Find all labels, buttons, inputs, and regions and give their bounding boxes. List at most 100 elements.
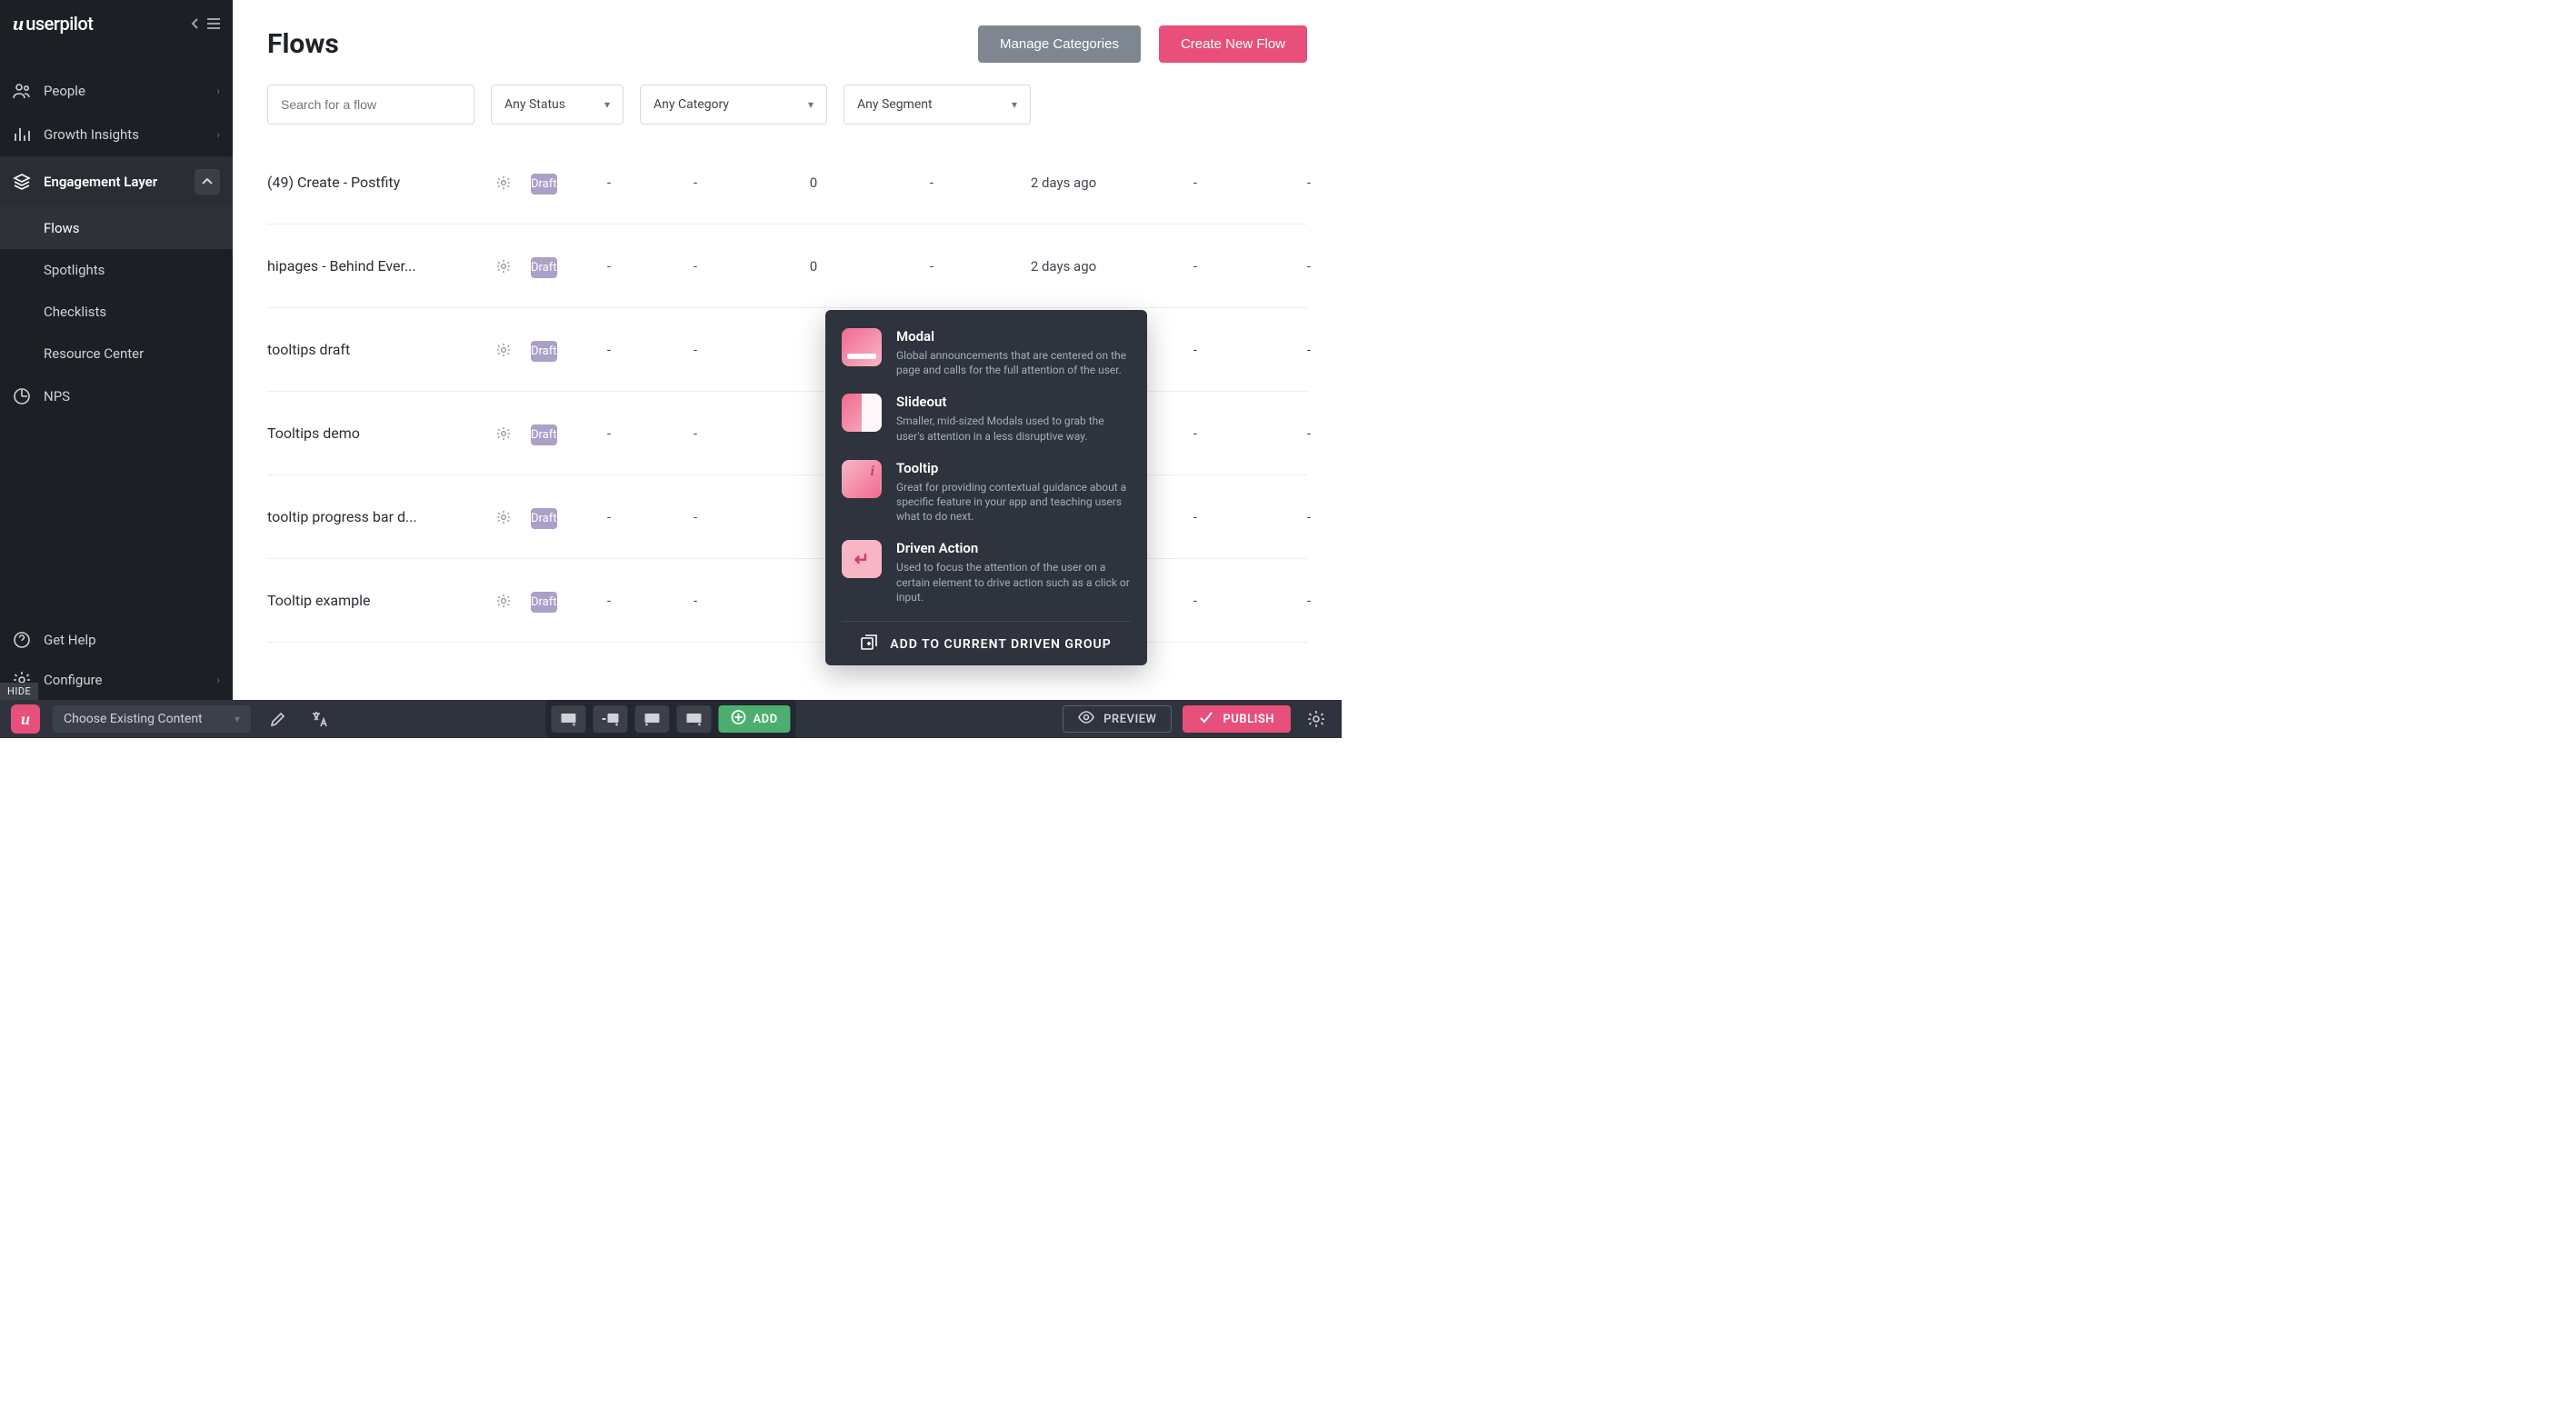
table-row[interactable]: (49) Create - Postfity Draft - - 0 - 2 d…	[267, 141, 1307, 225]
sidebar-item-growth[interactable]: Growth Insights ›	[0, 113, 233, 156]
modal-chip[interactable]	[551, 705, 585, 733]
translate-icon[interactable]	[305, 704, 334, 734]
status-badge: Draft	[531, 174, 557, 195]
cell: 0	[754, 258, 873, 275]
flow-name: Tooltip example	[267, 592, 476, 609]
manage-categories-button[interactable]: Manage Categories	[978, 25, 1141, 63]
sidebar-item-people[interactable]: People ›	[0, 69, 233, 113]
logo-mark-icon: u	[13, 12, 24, 35]
header-actions: Manage Categories Create New Flow	[978, 25, 1307, 63]
existing-content-select[interactable]: Choose Existing Content ▾	[53, 705, 251, 733]
publish-button[interactable]: PUBLISH	[1183, 705, 1291, 733]
slideout-icon	[842, 394, 882, 432]
tooltip-chip[interactable]	[634, 705, 669, 733]
menu-icon[interactable]	[207, 17, 220, 30]
popover-text: Driven Action Used to focus the attentio…	[896, 540, 1131, 604]
sub-nav-engagement: Flows Spotlights Checklists Resource Cen…	[0, 207, 233, 374]
chevron-right-icon: ›	[216, 128, 220, 141]
plus-icon	[731, 710, 745, 728]
cell: -	[1254, 509, 1342, 525]
status-badge: Draft	[531, 508, 557, 529]
popover-text: Slideout Smaller, mid-sized Modals used …	[896, 394, 1131, 443]
table-row[interactable]: tooltip progress bar d... Draft - - - la…	[267, 475, 1307, 559]
driven-icon	[842, 540, 882, 578]
add-to-group-icon	[861, 634, 877, 654]
cell: -	[582, 342, 636, 358]
table-row[interactable]: tooltips draft Draft - - - last week - -	[267, 308, 1307, 392]
nav-label: Spotlights	[44, 262, 105, 278]
settings-icon[interactable]	[1302, 704, 1331, 734]
collapse-icon[interactable]	[189, 17, 202, 30]
brand-badge-icon[interactable]: u	[11, 704, 40, 734]
driven-chip[interactable]	[676, 705, 711, 733]
chevron-down-icon: ▾	[808, 98, 814, 111]
chevron-down-icon: ▾	[1012, 98, 1017, 111]
status-badge: Draft	[531, 257, 557, 278]
header-icons	[189, 17, 220, 30]
popover-title: Driven Action	[896, 540, 1131, 556]
gauge-icon	[13, 387, 31, 405]
popover-desc: Great for providing contextual guidance …	[896, 480, 1131, 524]
popover-option-driven-action[interactable]: Driven Action Used to focus the attentio…	[842, 540, 1131, 604]
popover-option-slideout[interactable]: Slideout Smaller, mid-sized Modals used …	[842, 394, 1131, 443]
popover-title: Slideout	[896, 394, 1131, 410]
chevron-down-icon: ▾	[604, 98, 610, 111]
create-flow-button[interactable]: Create New Flow	[1159, 25, 1307, 63]
filters: Any Status ▾ Any Category ▾ Any Segment …	[267, 85, 1307, 125]
nav-label: People	[44, 83, 85, 99]
preview-button[interactable]: PREVIEW	[1063, 705, 1172, 733]
add-to-group-button[interactable]: ADD TO CURRENT DRIVEN GROUP	[842, 621, 1131, 654]
nav-label: NPS	[44, 388, 70, 404]
cell: -	[1254, 342, 1342, 358]
table-row[interactable]: Tooltip example Draft - - - last week - …	[267, 559, 1307, 643]
table-row[interactable]: hipages - Behind Ever... Draft - - 0 - 2…	[267, 225, 1307, 308]
segment-select[interactable]: Any Segment ▾	[844, 85, 1031, 125]
row-gear-icon[interactable]	[476, 259, 531, 274]
select-value: Any Segment	[857, 97, 933, 112]
popover-desc: Used to focus the attention of the user …	[896, 560, 1131, 604]
row-gear-icon[interactable]	[476, 510, 531, 524]
flows-table: (49) Create - Postfity Draft - - 0 - 2 d…	[267, 141, 1307, 643]
row-gear-icon[interactable]	[476, 426, 531, 441]
popover-option-modal[interactable]: Modal Global announcements that are cent…	[842, 328, 1131, 377]
row-gear-icon[interactable]	[476, 343, 531, 357]
table-row[interactable]: Tooltips demo Draft - - - last week - -	[267, 392, 1307, 475]
row-gear-icon[interactable]	[476, 594, 531, 608]
sidebar-item-flows[interactable]: Flows	[0, 207, 233, 249]
cell: -	[1254, 593, 1342, 609]
cell: -	[582, 258, 636, 275]
search-input[interactable]	[267, 85, 474, 125]
sidebar-item-spotlights[interactable]: Spotlights	[0, 249, 233, 291]
cell: -	[1136, 175, 1254, 191]
sidebar-item-nps[interactable]: NPS	[0, 374, 233, 418]
page-title: Flows	[267, 28, 339, 60]
nav-label: Growth Insights	[44, 126, 139, 143]
bottom-bar-right: PREVIEW PUBLISH	[1063, 704, 1331, 734]
status-select[interactable]: Any Status ▾	[491, 85, 624, 125]
sidebar-item-resource-center[interactable]: Resource Center	[0, 333, 233, 374]
flow-name: hipages - Behind Ever...	[267, 257, 476, 275]
sidebar-item-help[interactable]: Get Help	[0, 620, 233, 660]
eye-icon	[1078, 711, 1094, 727]
sidebar-header: u userpilot	[0, 0, 233, 47]
chevron-up-icon[interactable]	[195, 169, 220, 195]
popover-option-tooltip[interactable]: Tooltip Great for providing contextual g…	[842, 460, 1131, 524]
popover-text: Modal Global announcements that are cent…	[896, 328, 1131, 377]
category-select[interactable]: Any Category ▾	[640, 85, 827, 125]
add-content-popover: Modal Global announcements that are cent…	[825, 310, 1147, 665]
slideout-chip[interactable]	[593, 705, 627, 733]
cell: -	[582, 509, 636, 525]
cell: -	[1136, 593, 1254, 609]
bottom-bar: u Choose Existing Content ▾ ADD PREVIEW …	[0, 700, 1342, 738]
cell: -	[636, 258, 754, 275]
row-gear-icon[interactable]	[476, 175, 531, 190]
sidebar-item-checklists[interactable]: Checklists	[0, 291, 233, 333]
sidebar-item-engagement[interactable]: Engagement Layer	[0, 156, 233, 207]
add-button[interactable]: ADD	[718, 705, 790, 733]
logo[interactable]: u userpilot	[13, 12, 93, 35]
cell: -	[636, 425, 754, 442]
cell: -	[873, 175, 991, 191]
flow-name: (49) Create - Postfity	[267, 174, 476, 191]
status-badge: Draft	[531, 424, 557, 445]
edit-icon[interactable]	[264, 704, 293, 734]
